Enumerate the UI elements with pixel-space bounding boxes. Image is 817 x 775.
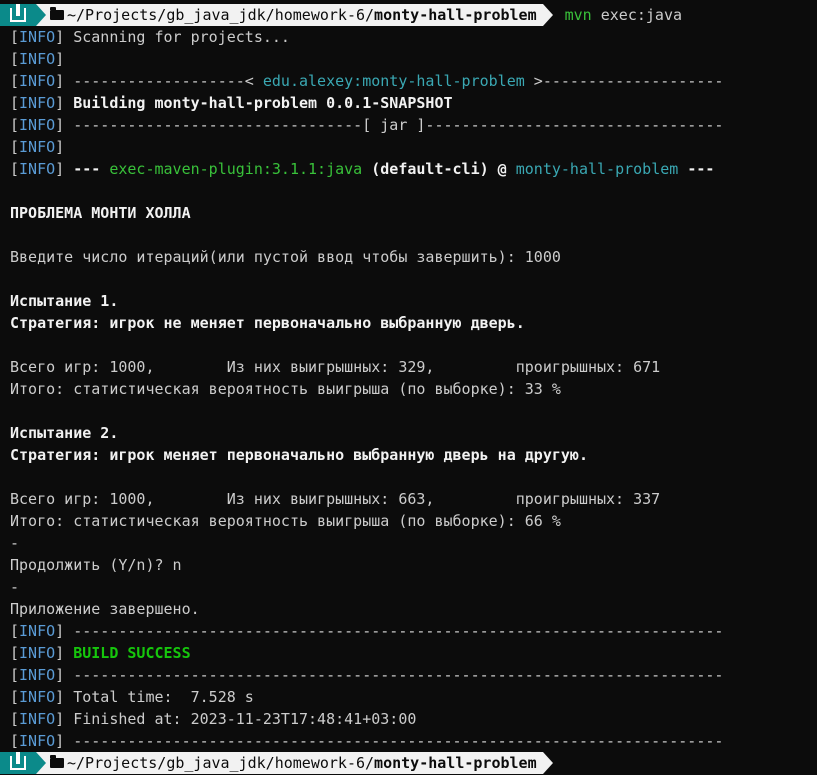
trial-1-heading: Испытание 1. xyxy=(10,292,119,310)
info-tag: INFO xyxy=(19,160,56,178)
trial-2-result: Итого: статистическая вероятность выигры… xyxy=(10,512,561,530)
log-line: [INFO] --- exec-maven-plugin:3.1.1:java … xyxy=(10,160,715,178)
path-prefix: ~/Projects/gb_java_jdk/homework-6/ xyxy=(67,754,375,772)
total-time: Total time: 7.528 s xyxy=(64,688,254,706)
plugin-project: monty-hall-problem xyxy=(515,160,679,178)
log-line: [INFO] --------------------------------[… xyxy=(10,116,724,134)
trial-2-strategy: Стратегия: игрок меняет первоначально вы… xyxy=(10,446,588,464)
command-text: mvn exec:java xyxy=(565,6,682,24)
info-tag: INFO xyxy=(19,688,56,706)
log-line: [INFO] xyxy=(10,138,65,156)
log-line: [INFO] Finished at: 2023-11-23T17:48:41+… xyxy=(10,710,417,728)
info-tag: INFO xyxy=(19,50,56,68)
info-tag: INFO xyxy=(19,644,56,662)
shell-prompt: ~/Projects/gb_java_jdk/homework-6/monty-… xyxy=(0,4,817,26)
continue-prompt: Продолжить (Y/n)? n xyxy=(10,556,182,574)
path-segment: ~/Projects/gb_java_jdk/homework-6/monty-… xyxy=(46,4,543,26)
log-line: [INFO] ---------------------------------… xyxy=(10,666,724,684)
log-text: --- xyxy=(64,160,110,178)
log-text: --------------------------------[ jar ]-… xyxy=(64,116,724,134)
log-line: [INFO] ---------------------------------… xyxy=(10,622,724,640)
info-tag: INFO xyxy=(19,28,56,46)
path-segment: ~/Projects/gb_java_jdk/homework-6/monty-… xyxy=(46,752,543,774)
log-line: [INFO] Scanning for projects... xyxy=(10,28,290,46)
info-tag: INFO xyxy=(19,666,56,684)
iterations-prompt: Введите число итераций(или пустой ввод ч… xyxy=(10,248,561,266)
building-text: Building monty-hall-problem 0.0.1-SNAPSH… xyxy=(64,94,453,112)
command-name: mvn xyxy=(564,6,592,24)
trial-2-totals: Всего игр: 1000, Из них выигрышных: 663,… xyxy=(10,490,661,508)
folder-icon xyxy=(50,7,64,20)
separator: ----------------------------------------… xyxy=(64,732,724,750)
folder-icon xyxy=(50,755,64,768)
manjaro-logo-icon xyxy=(10,4,26,22)
log-text: -------------------< xyxy=(64,72,263,90)
trial-2-heading: Испытание 2. xyxy=(10,424,119,442)
shell-prompt[interactable]: ~/Projects/gb_java_jdk/homework-6/monty-… xyxy=(0,752,817,774)
powerline-separator xyxy=(542,4,553,26)
powerline-separator xyxy=(36,4,46,26)
plugin-name: exec-maven-plugin:3.1.1:java xyxy=(109,160,363,178)
info-tag: INFO xyxy=(19,732,56,750)
separator: ----------------------------------------… xyxy=(64,666,724,684)
info-tag: INFO xyxy=(19,72,56,90)
powerline-separator xyxy=(36,752,46,774)
app-finished: Приложение завершено. xyxy=(10,600,200,618)
info-tag: INFO xyxy=(19,138,56,156)
command-args: exec:java xyxy=(591,6,683,24)
separator: ----------------------------------------… xyxy=(64,622,724,640)
trial-1-strategy: Стратегия: игрок не меняет первоначально… xyxy=(10,314,525,332)
log-text: (default-cli) @ xyxy=(362,160,516,178)
log-text: >-------------------- xyxy=(524,72,724,90)
powerline-separator xyxy=(542,752,553,774)
terminal-window[interactable]: ~/Projects/gb_java_jdk/homework-6/monty-… xyxy=(0,0,817,775)
log-line: [INFO] ---------------------------------… xyxy=(10,732,724,750)
log-line: [INFO] Total time: 7.528 s xyxy=(10,688,254,706)
trial-1-totals: Всего игр: 1000, Из них выигрышных: 329,… xyxy=(10,358,661,376)
artifact-id: edu.alexey:monty-hall-problem xyxy=(262,72,525,90)
info-tag: INFO xyxy=(19,710,56,728)
path-prefix: ~/Projects/gb_java_jdk/homework-6/ xyxy=(67,6,375,24)
trial-1-result: Итого: статистическая вероятность выигры… xyxy=(10,380,561,398)
manjaro-logo-icon xyxy=(10,752,26,770)
dash-line: - xyxy=(10,534,20,552)
os-segment xyxy=(0,4,36,26)
info-tag: INFO xyxy=(19,622,56,640)
log-line: [INFO] xyxy=(10,50,65,68)
log-text: --- xyxy=(678,160,715,178)
program-title: ПРОБЛЕМА МОНТИ ХОЛЛА xyxy=(10,204,191,222)
info-tag: INFO xyxy=(19,116,56,134)
log-text: Scanning for projects... xyxy=(64,28,290,46)
os-segment xyxy=(0,752,36,774)
log-line: [INFO] -------------------< edu.alexey:m… xyxy=(10,72,724,90)
build-success: BUILD SUCCESS xyxy=(73,644,191,662)
dash-line: - xyxy=(10,578,20,596)
finished-at: Finished at: 2023-11-23T17:48:41+03:00 xyxy=(64,710,417,728)
log-line: [INFO] BUILD SUCCESS xyxy=(10,644,191,662)
path-dir: monty-hall-problem xyxy=(374,6,537,24)
info-tag: INFO xyxy=(19,94,56,112)
path-dir: monty-hall-problem xyxy=(374,754,537,772)
log-line: [INFO] Building monty-hall-problem 0.0.1… xyxy=(10,94,453,112)
